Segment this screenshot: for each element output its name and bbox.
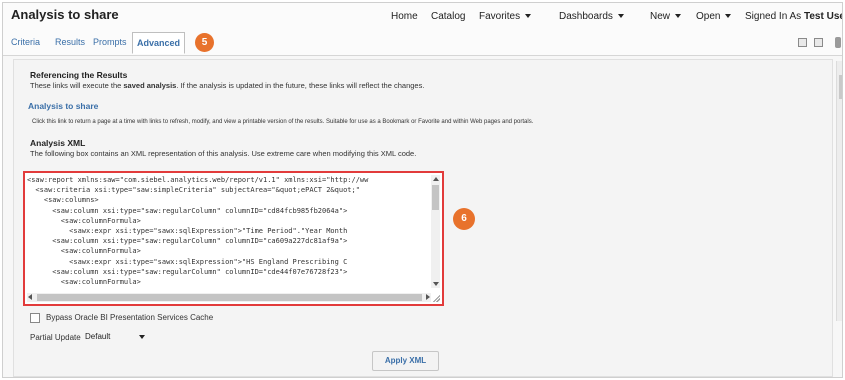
nav-open[interactable]: Open (696, 11, 732, 22)
scroll-left-icon[interactable] (28, 294, 32, 300)
save-as-icon[interactable] (814, 38, 823, 47)
xml-horizontal-scrollbar[interactable] (27, 293, 431, 302)
nav-new-label: New (650, 11, 671, 22)
xml-line: <sawx:expr xsi:type="sawx:sqlExpression"… (27, 226, 348, 235)
referencing-heading: Referencing the Results (30, 70, 128, 80)
editor-tabs: Criteria Results Prompts Advanced 5 (3, 29, 842, 56)
chevron-down-icon (675, 14, 682, 18)
apply-xml-button[interactable]: Apply XML (372, 351, 439, 371)
user-name: Test User (804, 11, 842, 22)
chevron-down-icon (617, 14, 624, 18)
resize-grip-icon[interactable] (432, 294, 440, 302)
xml-line: <saw:column xsi:type="saw:regularColumn"… (27, 267, 348, 276)
horizontal-scroll-thumb[interactable] (37, 294, 422, 301)
nav-dashboards[interactable]: Dashboards (559, 11, 624, 22)
xml-line: <saw:columnFormula> (27, 277, 141, 286)
xml-line: <saw:criteria xsi:type="saw:simpleCriter… (27, 186, 360, 195)
tab-advanced[interactable]: Advanced (132, 32, 185, 54)
analysis-title: Analysis to share (11, 7, 119, 22)
nav-catalog[interactable]: Catalog (431, 11, 465, 22)
save-icon[interactable] (798, 38, 807, 47)
more-icon[interactable] (835, 37, 841, 48)
referencing-text-before: These links will execute the (30, 81, 124, 90)
referencing-description: These links will execute the saved analy… (30, 81, 424, 90)
xml-code[interactable]: <saw:report xmlns:saw="com.siebel.analyt… (27, 175, 431, 288)
nav-home[interactable]: Home (391, 11, 418, 22)
nav-favorites-label: Favorites (479, 11, 521, 22)
tab-results[interactable]: Results (55, 37, 85, 47)
referencing-text-after: . If the analysis is updated in the futu… (176, 81, 425, 90)
bypass-cache-label: Bypass Oracle BI Presentation Services C… (46, 313, 214, 322)
analysis-xml-description: The following box contains an XML repres… (30, 149, 417, 158)
xml-line: <sawx:expr xsi:type="sawx:sqlExpression"… (27, 287, 431, 288)
vertical-scroll-thumb[interactable] (432, 185, 439, 210)
callout-marker-6: 6 (453, 208, 475, 230)
bypass-cache-checkbox[interactable] (30, 313, 40, 323)
chevron-down-icon (725, 14, 732, 18)
nav-dashboards-label: Dashboards (559, 11, 613, 22)
partial-update-label: Partial Update (30, 333, 81, 342)
user-menu[interactable]: Test User (804, 11, 842, 22)
xml-line: <saw:report xmlns:saw="com.siebel.analyt… (27, 176, 369, 184)
xml-vertical-scrollbar[interactable] (431, 175, 440, 288)
partial-update-value: Default (85, 332, 111, 341)
xml-line: <saw:column xsi:type="saw:regularColumn"… (27, 237, 348, 246)
xml-line: <saw:columns> (27, 196, 99, 205)
xml-line: <saw:column xsi:type="saw:regularColumn"… (27, 206, 348, 215)
tab-criteria[interactable]: Criteria (11, 37, 40, 47)
callout-marker-5: 5 (195, 33, 214, 52)
analysis-link-description: Click this link to return a page at a ti… (32, 119, 534, 125)
global-header: Analysis to share Home Catalog Favorites… (3, 3, 842, 30)
analysis-xml-heading: Analysis XML (30, 138, 86, 148)
nav-new[interactable]: New (650, 11, 682, 22)
partial-update-select[interactable]: Default (83, 331, 149, 344)
chevron-down-icon (139, 335, 145, 339)
tab-prompts[interactable]: Prompts (93, 37, 127, 47)
analysis-xml-textarea[interactable]: <saw:report xmlns:saw="com.siebel.analyt… (23, 171, 444, 306)
page-scroll-thumb[interactable] (839, 75, 842, 99)
xml-line: <saw:columnFormula> (27, 216, 141, 225)
analysis-editor-window: Analysis to share Home Catalog Favorites… (2, 2, 843, 378)
xml-line: <sawx:expr xsi:type="sawx:sqlExpression"… (27, 257, 348, 266)
analysis-link[interactable]: Analysis to share (28, 101, 98, 111)
nav-favorites[interactable]: Favorites (479, 11, 532, 22)
signed-in-label: Signed In As (745, 11, 802, 22)
scroll-right-icon[interactable] (426, 294, 430, 300)
chevron-down-icon (525, 14, 532, 18)
page-scrollbar[interactable] (836, 61, 842, 321)
referencing-text-bold: saved analysis (123, 81, 177, 90)
xml-line: <saw:columnFormula> (27, 247, 141, 256)
scroll-down-icon[interactable] (433, 282, 439, 286)
nav-open-label: Open (696, 11, 721, 22)
scroll-up-icon[interactable] (433, 177, 439, 181)
